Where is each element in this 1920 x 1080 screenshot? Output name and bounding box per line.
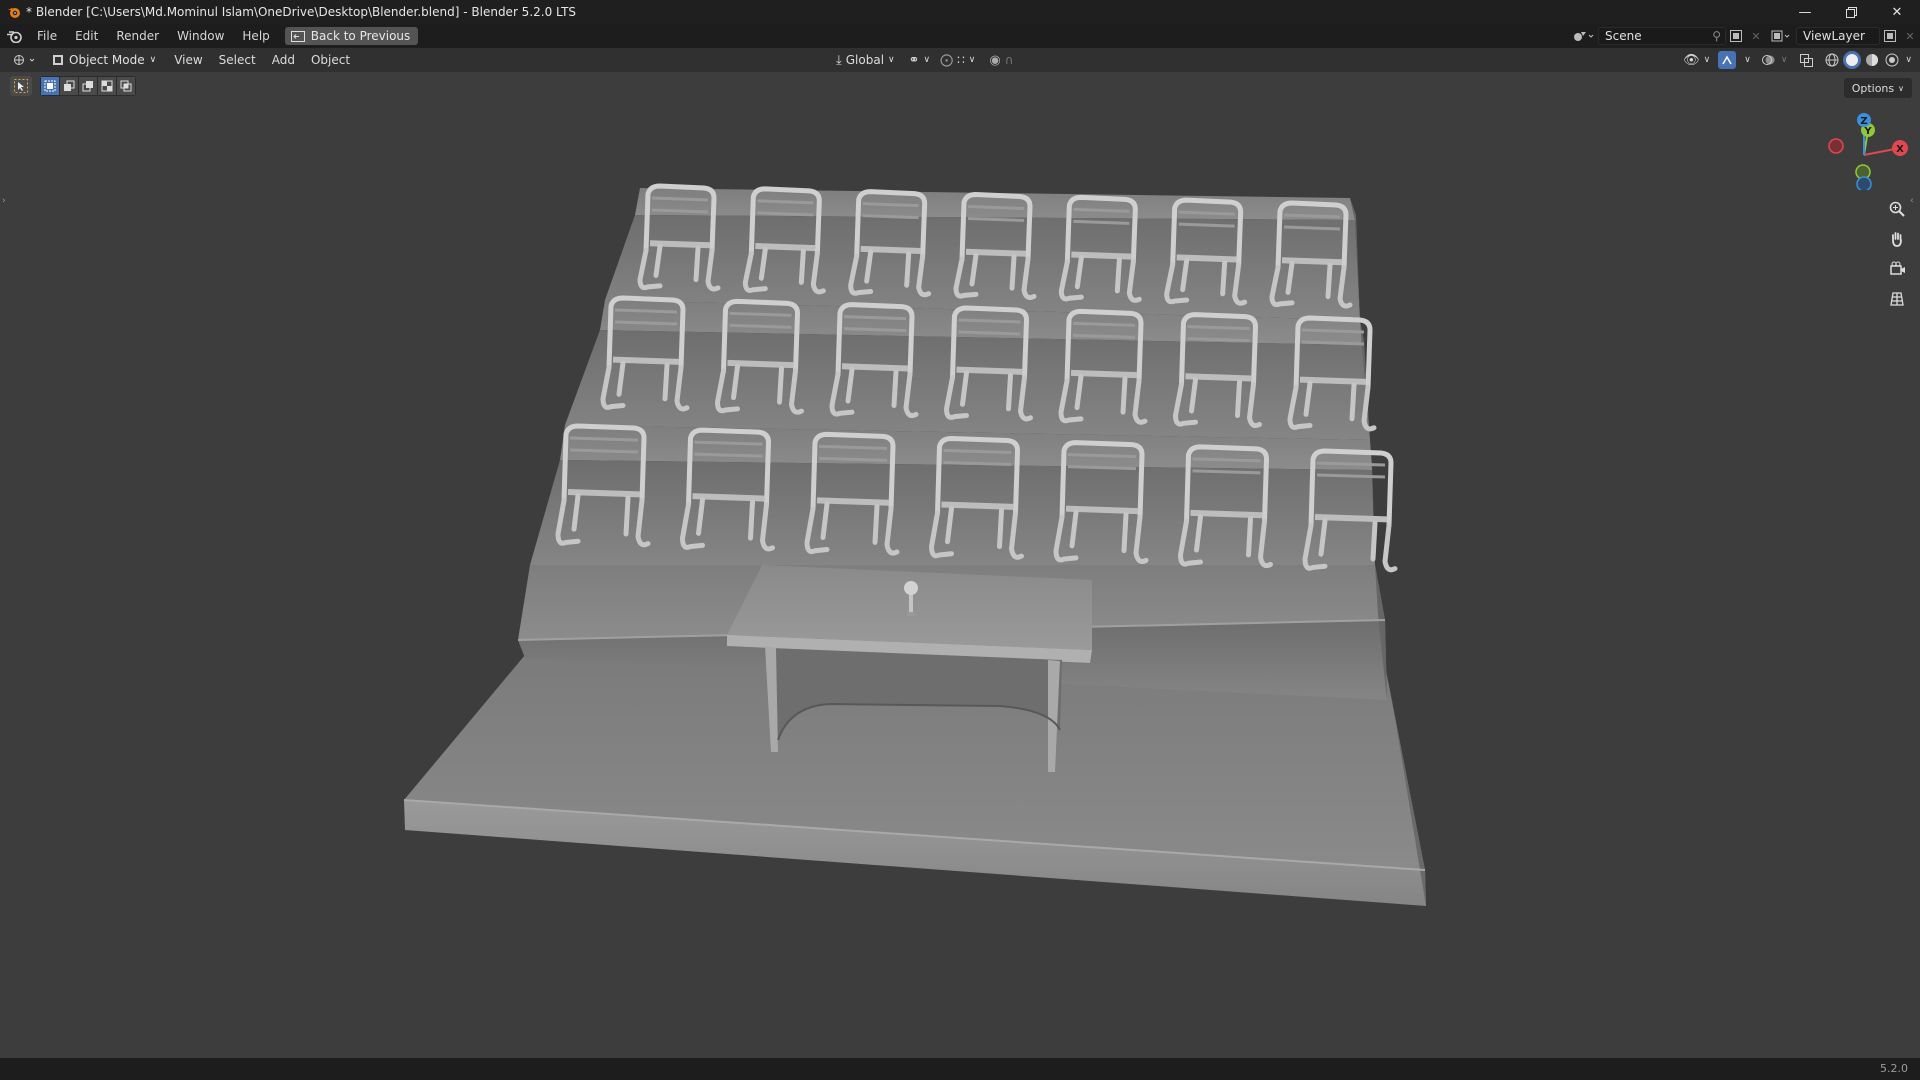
blender-logo-icon [2, 0, 26, 24]
3d-viewport[interactable]: X Y Z › ‹ [0, 72, 1920, 1060]
snap-toggle-icon[interactable]: ⨀ [940, 53, 953, 68]
object-mode-label: Object Mode [69, 53, 145, 67]
xray-toggle-icon[interactable] [1797, 51, 1815, 69]
new-view-layer-icon[interactable] [1880, 27, 1900, 45]
scene-render [403, 183, 1426, 906]
minimize-icon[interactable]: — [1782, 0, 1828, 24]
pan-hand-icon[interactable] [1882, 226, 1912, 252]
chevron-down-icon: ∨ [1905, 55, 1912, 65]
gizmo-z-label: Z [1860, 116, 1867, 127]
menu-object[interactable]: Object [303, 50, 358, 70]
scene-name: Scene [1605, 29, 1642, 43]
chevron-down-icon: ∨ [888, 55, 895, 65]
back-screen-icon [290, 30, 305, 42]
viewport-display-tools: 👁 ∨ ∨ ∨ ∨ [1683, 48, 1912, 72]
pin-icon[interactable]: ⚲ [1712, 29, 1725, 43]
viewport-header: Object Mode ∨ View Select Add Object ⤓ G… [0, 48, 1920, 72]
gizmo-x-label: X [1896, 144, 1904, 155]
chevron-down-icon: ∨ [1744, 55, 1751, 65]
remove-view-layer-icon[interactable]: ✕ [1900, 27, 1920, 45]
back-to-previous-label: Back to Previous [310, 29, 411, 43]
menu-help[interactable]: Help [233, 24, 278, 48]
material-preview-icon[interactable] [1863, 51, 1881, 69]
options-label: Options [1851, 81, 1895, 95]
menu-window[interactable]: Window [168, 24, 233, 48]
view-layer-selector-icon[interactable] [1766, 27, 1796, 45]
top-menu-bar: File Edit Render Window Help Back to Pre… [0, 24, 1920, 48]
scene-selector-icon[interactable] [1568, 27, 1598, 45]
camera-view-icon[interactable] [1882, 256, 1912, 282]
scene-name-field[interactable]: Scene ⚲ [1598, 27, 1726, 45]
chevron-down-icon: ∨ [1898, 83, 1904, 93]
window-title: * Blender [C:\Users\Md.Mominul Islam\One… [26, 5, 577, 19]
visibility-icon[interactable]: 👁 [1683, 53, 1700, 68]
restore-icon[interactable] [1828, 0, 1874, 24]
close-icon[interactable]: ✕ [1874, 0, 1920, 24]
chevron-down-icon: ∨ [149, 55, 157, 65]
navigation-gizmo[interactable]: X Y Z [1814, 110, 1914, 190]
menu-file[interactable]: File [28, 24, 66, 48]
rendered-shading-icon[interactable] [1883, 51, 1901, 69]
select-tool-icon[interactable] [10, 76, 32, 96]
pivot-point-icon[interactable]: ⚭ [909, 53, 920, 68]
tool-row [10, 76, 136, 96]
proportional-edit-icon[interactable]: ◉ [989, 53, 1000, 68]
status-bar: 5.2.0 [0, 1058, 1920, 1080]
chevron-down-icon: ∨ [923, 55, 931, 65]
version-label: 5.2.0 [1880, 1062, 1908, 1075]
view-layer-field[interactable]: ViewLayer [1796, 27, 1880, 45]
menu-select[interactable]: Select [211, 50, 264, 70]
toolbar-toggle-icon[interactable]: › [2, 196, 10, 208]
title-bar: * Blender [C:\Users\Md.Mominul Islam\One… [0, 0, 1920, 24]
chevron-down-icon: ∨ [968, 55, 976, 65]
ortho-grid-icon[interactable] [1882, 286, 1912, 312]
object-mode-icon [53, 55, 63, 65]
select-invert-icon[interactable] [98, 77, 116, 95]
select-new-icon[interactable] [41, 77, 59, 95]
select-subtract-icon[interactable] [79, 77, 97, 95]
overlays-toggle-icon[interactable] [1759, 51, 1777, 69]
transform-tools: ⤓ Global ∨ ⚭ ∨ ⨀ ∷ ∨ ◉ ∩ [836, 48, 1014, 72]
select-extend-icon[interactable] [60, 77, 78, 95]
chevron-down-icon: ∨ [1703, 55, 1711, 65]
falloff-icon[interactable]: ∩ [1005, 53, 1014, 67]
menu-view[interactable]: View [166, 50, 210, 70]
wireframe-shading-icon[interactable] [1823, 51, 1841, 69]
object-mode-dropdown[interactable]: Object Mode ∨ [46, 50, 162, 70]
editor-type-icon[interactable] [0, 50, 42, 70]
transform-orientation-dropdown[interactable]: Global [846, 53, 884, 67]
menu-add[interactable]: Add [264, 50, 303, 70]
sidebar-toggle-icon[interactable]: ‹ [1910, 196, 1918, 208]
new-scene-icon[interactable] [1726, 27, 1746, 45]
back-to-previous-button[interactable]: Back to Previous [284, 27, 419, 45]
chevron-down-icon: ∨ [1780, 55, 1788, 65]
transform-orientation-icon: ⤓ [836, 52, 842, 68]
options-dropdown[interactable]: Options ∨ [1843, 78, 1912, 98]
remove-scene-icon[interactable]: ✕ [1746, 27, 1766, 45]
menu-edit[interactable]: Edit [66, 24, 107, 48]
menu-render[interactable]: Render [107, 24, 168, 48]
zoom-icon[interactable] [1882, 196, 1912, 222]
selection-mode-group [40, 76, 136, 96]
view-layer-name: ViewLayer [1803, 29, 1865, 43]
gizmo-y-label: Y [1863, 126, 1872, 137]
snap-target-icon[interactable]: ∷ [957, 53, 965, 67]
solid-shading-icon[interactable] [1843, 51, 1862, 69]
gizmo-toggle-icon[interactable] [1718, 51, 1737, 69]
select-intersect-icon[interactable] [117, 77, 135, 95]
blender-menu-icon[interactable] [0, 24, 28, 48]
